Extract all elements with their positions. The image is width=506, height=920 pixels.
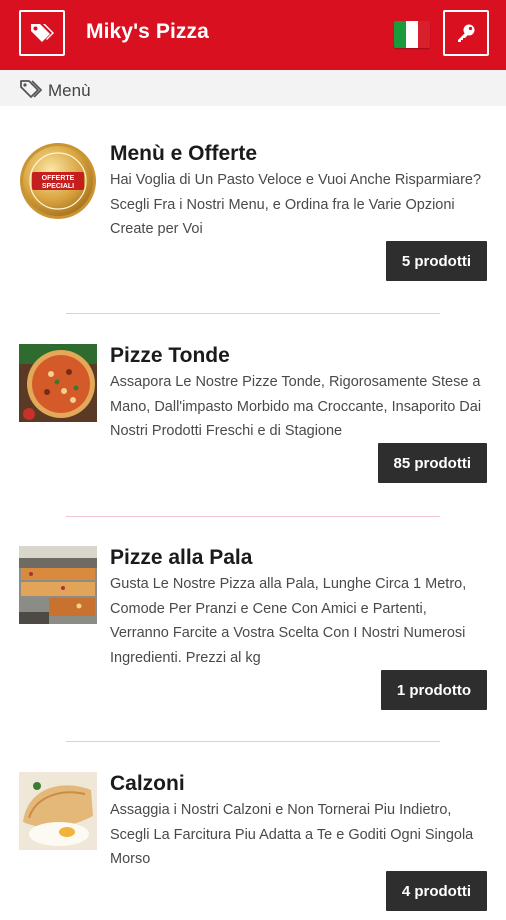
category-title: Calzoni [110,772,185,795]
tag-button[interactable] [19,10,65,56]
category-title: Pizze Tonde [110,344,230,367]
divider [66,516,440,517]
category-description: Gusta Le Nostre Pizza alla Pala, Lunghe … [110,576,467,666]
category-title: Menù e Offerte [110,142,258,165]
italy-flag-icon[interactable] [394,21,430,48]
svg-text:OFFERTE: OFFERTE [42,175,75,182]
offerte-speciali-badge: OFFERTE SPECIALI [19,142,97,220]
category-description: Assapora Le Nostre Pizze Tonde, Rigorosa… [110,374,482,439]
category-title: Pizze alla Pala [110,546,253,569]
app-title: Miky's Pizza [86,20,209,43]
app-bar: Miky's Pizza [0,0,506,70]
pizza-pala-image [19,546,97,624]
breadcrumb-label: Menù [48,81,91,100]
category-pizze-tonde[interactable]: Pizze Tonde Assapora Le Nostre Pizze Ton… [0,332,506,512]
tag-icon [31,24,54,42]
tag-outline-icon [20,80,42,98]
divider [66,313,440,314]
category-calzoni[interactable]: Calzoni Assaggia i Nostri Calzoni e Non … [0,760,506,920]
category-menu-offerte[interactable]: OFFERTE SPECIALI Menù e Offerte Hai Vogl… [0,130,506,310]
pizza-tonda-image [19,344,97,422]
key-icon [458,24,475,42]
svg-text:SPECIALI: SPECIALI [42,183,74,190]
category-description: Assaggia i Nostri Calzoni e Non Tornerai… [110,802,474,867]
login-button[interactable] [443,10,489,56]
divider [66,741,440,742]
category-pizze-alla-pala[interactable]: Pizze alla Pala Gusta Le Nostre Pizza al… [0,534,506,744]
products-count-button[interactable]: 4 prodotti [385,871,487,911]
category-description: Hai Voglia di Un Pasto Veloce e Vuoi Anc… [110,172,482,237]
products-count-button[interactable]: 5 prodotti [385,241,487,281]
products-count-button[interactable]: 1 prodotto [380,670,487,710]
calzone-image [19,772,97,850]
products-count-button[interactable]: 85 prodotti [377,443,487,483]
breadcrumb: Menù [0,70,506,106]
